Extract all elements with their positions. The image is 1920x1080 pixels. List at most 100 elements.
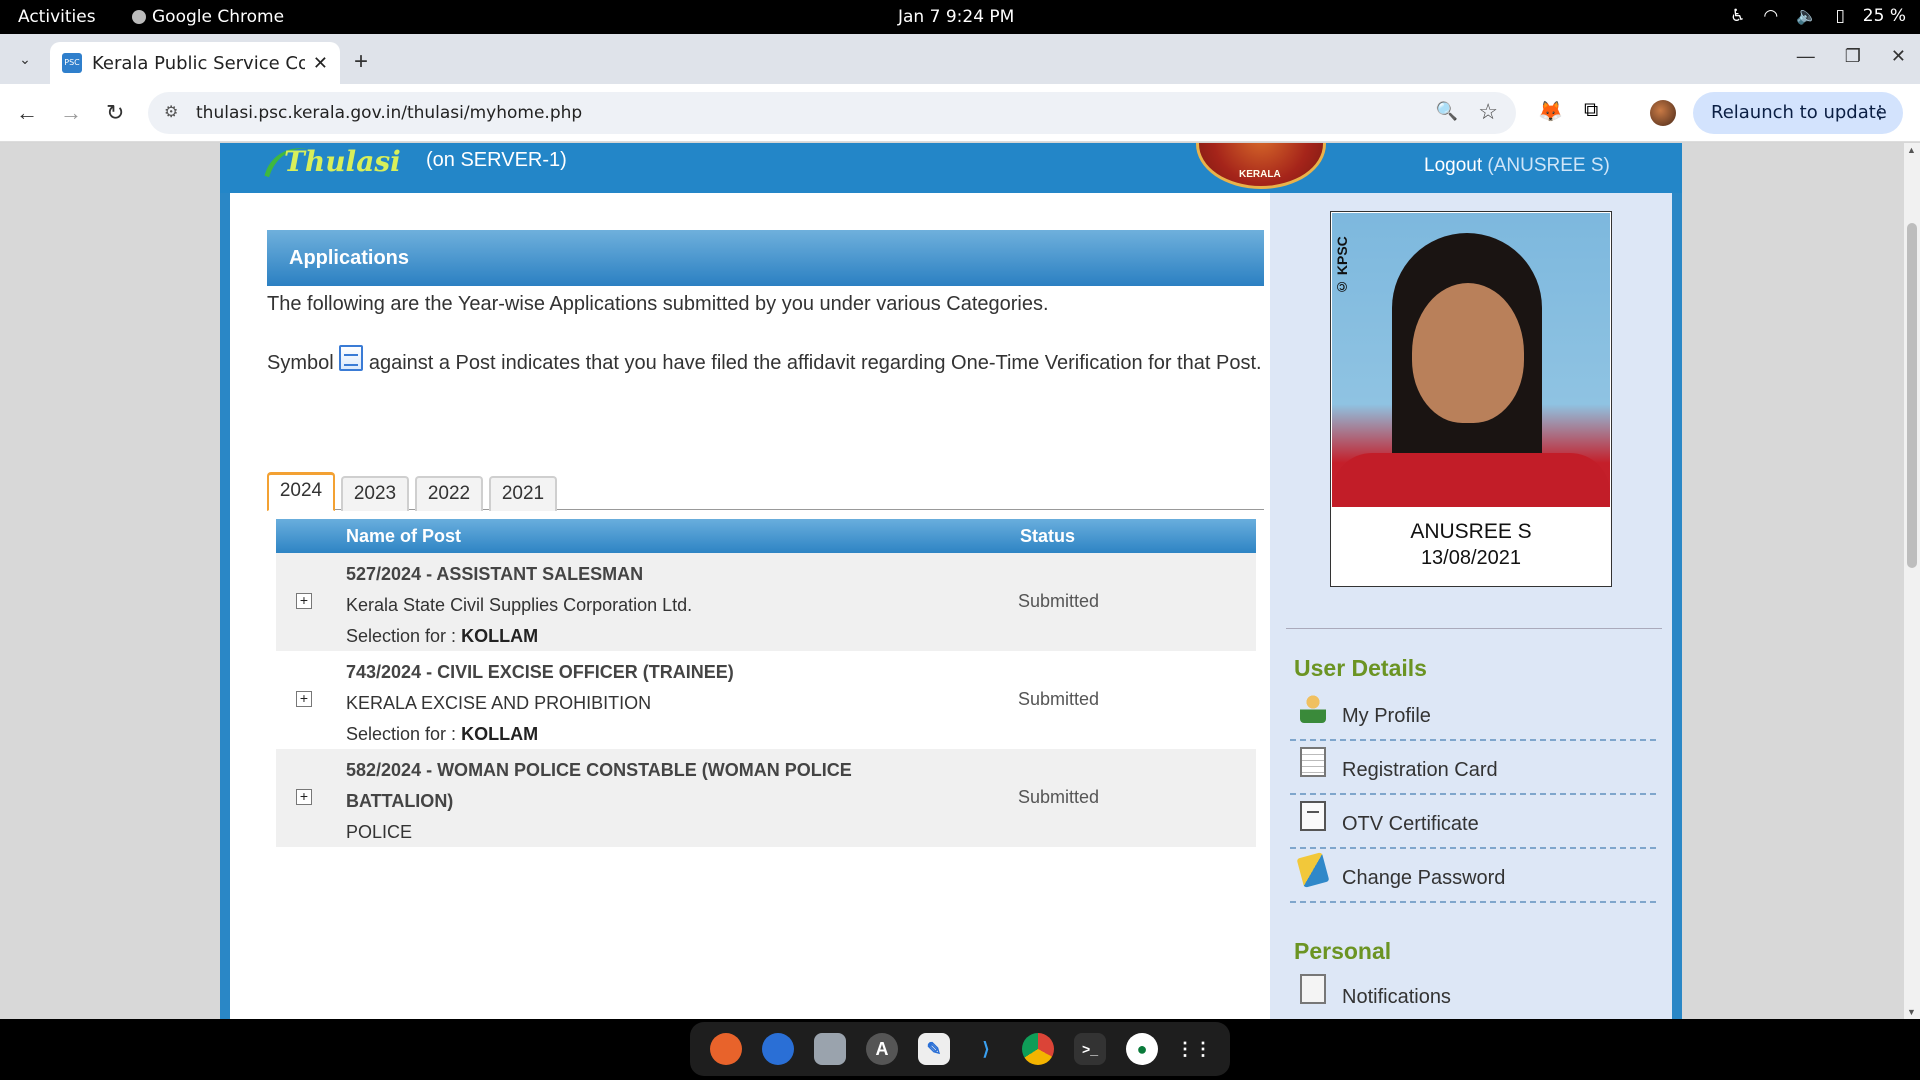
selection-label: Selection for : — [346, 626, 457, 646]
table-row: + 743/2024 - CIVIL EXCISE OFFICER (TRAIN… — [276, 651, 1256, 749]
tab-2023[interactable]: 2023 — [341, 476, 409, 511]
metamask-extension-icon[interactable]: 🦊 — [1538, 99, 1563, 124]
year-tabs: 2024 2023 2022 2021 — [267, 472, 1264, 511]
logout-label: Logout — [1424, 155, 1483, 176]
files-icon[interactable] — [814, 1033, 846, 1065]
firefox-icon[interactable] — [710, 1033, 742, 1065]
post-selection: Selection for : KOLLAM — [346, 719, 906, 750]
scrollbar-thumb[interactable] — [1907, 223, 1917, 568]
post-organisation: Kerala State Civil Supplies Corporation … — [346, 595, 693, 615]
applications-heading: Applications — [267, 230, 1264, 286]
tab-title: Kerala Public Service Commission — [92, 52, 305, 74]
relaunch-button[interactable]: Relaunch to update ⋮ — [1693, 92, 1903, 134]
sidebar-item-label: OTV Certificate — [1342, 813, 1479, 835]
clock[interactable]: Jan 7 9:24 PM — [898, 7, 1014, 27]
status-cell: Submitted — [1018, 689, 1100, 709]
main-content: Applications The following are the Year-… — [230, 193, 1270, 1019]
sidebar-item-label: Registration Card — [1342, 759, 1498, 781]
browser-toolbar: ← → ↻ ⚙ thulasi.psc.kerala.gov.in/thulas… — [0, 84, 1920, 142]
photo-face — [1412, 283, 1524, 423]
volume-icon[interactable]: 🔈 — [1796, 6, 1817, 26]
browser-tab[interactable]: PSC Kerala Public Service Commission ✕ — [50, 42, 340, 84]
post-cell: 743/2024 - CIVIL EXCISE OFFICER (TRAINEE… — [346, 657, 906, 750]
certificate-icon — [1300, 801, 1326, 831]
sidebar-item-otv-certificate[interactable]: OTV Certificate — [1290, 795, 1656, 849]
battery-icon[interactable]: ▯ — [1835, 6, 1844, 26]
psc-favicon-icon: PSC — [62, 53, 82, 73]
app-menu[interactable]: Google Chrome — [132, 7, 284, 27]
text-editor-icon[interactable]: ✎ — [918, 1033, 950, 1065]
tab-strip: ⌄ PSC Kerala Public Service Commission ✕… — [0, 34, 1920, 84]
affidavit-document-icon — [339, 345, 364, 371]
software-center-icon[interactable]: A — [866, 1033, 898, 1065]
selection-label: Selection for : — [346, 724, 457, 744]
sidebar-item-label: My Profile — [1342, 705, 1431, 727]
tab-2021[interactable]: 2021 — [489, 476, 557, 511]
minimize-icon[interactable]: — — [1797, 46, 1815, 67]
zoom-icon[interactable]: 🔍 — [1436, 101, 1458, 122]
sidebar-divider — [1286, 628, 1662, 629]
selection-district: KOLLAM — [461, 626, 539, 646]
accessibility-icon[interactable]: ♿ — [1730, 6, 1745, 26]
terminal-icon[interactable]: >_ — [1074, 1033, 1106, 1065]
column-name-of-post: Name of Post — [346, 526, 462, 546]
logout-link[interactable]: Logout (ANUSREE S) — [1424, 155, 1610, 177]
sidebar-item-notifications[interactable]: Notifications — [1290, 968, 1656, 1019]
scroll-down-icon[interactable]: ▼ — [1907, 1007, 1916, 1017]
table-row: + 527/2024 - ASSISTANT SALESMAN Kerala S… — [276, 553, 1256, 651]
user-details-title: User Details — [1294, 655, 1427, 681]
url-text[interactable]: thulasi.psc.kerala.gov.in/thulasi/myhome… — [196, 103, 582, 123]
site-info-icon[interactable]: ⚙ — [164, 102, 178, 122]
dock: A ✎ ⟩ >_ ● ⋮⋮ — [690, 1022, 1230, 1076]
close-tab-icon[interactable]: ✕ — [313, 53, 328, 74]
notification-icon — [1300, 974, 1326, 1004]
expand-row-icon[interactable]: + — [296, 789, 312, 805]
mongodb-compass-icon[interactable]: ● — [1126, 1033, 1158, 1065]
page-viewport: Thulasi (on SERVER-1) KERALA Logout (ANU… — [0, 143, 1920, 1019]
post-name: 743/2024 - CIVIL EXCISE OFFICER (TRAINEE… — [346, 662, 734, 682]
post-cell: 527/2024 - ASSISTANT SALESMAN Kerala Sta… — [346, 559, 906, 652]
post-organisation: POLICE — [346, 822, 413, 842]
sidebar-item-registration-card[interactable]: Registration Card — [1290, 741, 1656, 795]
thunderbird-icon[interactable] — [762, 1033, 794, 1065]
activities-button[interactable]: Activities — [18, 7, 96, 27]
forward-icon[interactable]: → — [60, 100, 82, 126]
bookmark-star-icon[interactable]: ☆ — [1478, 99, 1498, 125]
profile-icon — [1300, 693, 1326, 723]
kerala-emblem-icon: KERALA — [1196, 143, 1326, 189]
show-apps-icon[interactable]: ⋮⋮ — [1176, 1033, 1212, 1065]
reload-icon[interactable]: ↻ — [106, 100, 124, 126]
system-top-bar: Activities Google Chrome Jan 7 9:24 PM ♿… — [0, 0, 1920, 34]
extensions-puzzle-icon[interactable]: ⧉ — [1584, 99, 1598, 122]
wifi-icon[interactable]: ◠ — [1763, 6, 1778, 26]
sidebar-item-change-password[interactable]: Change Password — [1290, 849, 1656, 903]
scroll-up-icon[interactable]: ▲ — [1907, 145, 1916, 155]
address-bar[interactable]: ⚙ thulasi.psc.kerala.gov.in/thulasi/myho… — [148, 92, 1516, 134]
sidebar-item-my-profile[interactable]: My Profile — [1290, 687, 1656, 741]
symbol-text-after: against a Post indicates that you have f… — [368, 352, 1262, 374]
tab-2024[interactable]: 2024 — [267, 472, 335, 511]
sidebar-item-label: Notifications — [1342, 986, 1451, 1008]
tab-search-button[interactable]: ⌄ — [12, 46, 38, 72]
selection-district: KOLLAM — [461, 724, 539, 744]
page-scrollbar[interactable]: ▲ ▼ — [1904, 143, 1920, 1019]
expand-row-icon[interactable]: + — [296, 593, 312, 609]
photo-body — [1332, 453, 1610, 507]
vscode-icon[interactable]: ⟩ — [970, 1033, 1002, 1065]
site-header: Thulasi (on SERVER-1) KERALA Logout (ANU… — [220, 143, 1682, 193]
candidate-name: ANUSREE S — [1410, 520, 1532, 543]
close-window-icon[interactable]: ✕ — [1891, 46, 1906, 67]
photo-date: 13/08/2021 — [1420, 547, 1522, 569]
profile-avatar[interactable] — [1650, 100, 1676, 126]
chrome-dock-icon[interactable] — [1022, 1033, 1054, 1065]
chrome-menu-icon[interactable]: ⋮ — [1871, 92, 1889, 134]
system-tray[interactable]: ♿ ◠ 🔈 ▯ 25 % — [1730, 6, 1906, 26]
table-header: Name of Post Status — [276, 519, 1256, 553]
back-icon[interactable]: ← — [16, 100, 38, 126]
restore-icon[interactable]: ❐ — [1845, 46, 1861, 67]
new-tab-button[interactable]: + — [354, 48, 368, 76]
tab-2022[interactable]: 2022 — [415, 476, 483, 511]
expand-row-icon[interactable]: + — [296, 691, 312, 707]
table-row: + 582/2024 - WOMAN POLICE CONSTABLE (WOM… — [276, 749, 1256, 847]
thulasi-logo[interactable]: Thulasi — [284, 145, 401, 178]
